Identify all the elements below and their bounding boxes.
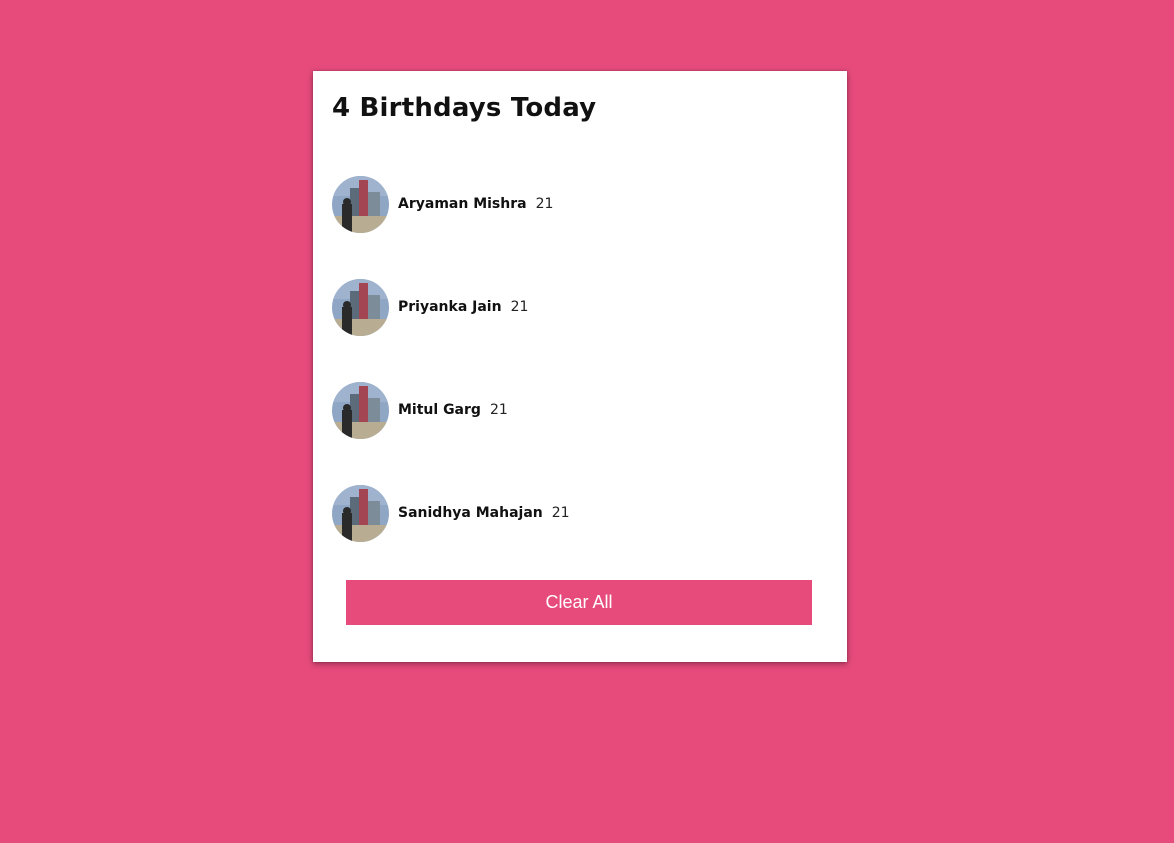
list-item: Sanidhya Mahajan 21 <box>332 484 570 542</box>
avatar <box>332 484 389 542</box>
person-age: 21 <box>551 505 570 521</box>
person-age: 21 <box>510 299 529 315</box>
page-title: 4 Birthdays Today <box>332 93 597 123</box>
avatar <box>332 381 389 439</box>
birthday-card: 4 Birthdays Today Aryaman Mishra 21 Priy… <box>313 71 847 662</box>
person-name: Mitul Garg <box>398 402 481 418</box>
person-age: 21 <box>535 196 554 212</box>
person-name: Sanidhya Mahajan <box>398 505 543 521</box>
list-item: Mitul Garg 21 <box>332 381 508 439</box>
avatar <box>332 175 389 233</box>
avatar <box>332 278 389 336</box>
list-item: Aryaman Mishra 21 <box>332 175 553 233</box>
person-name: Aryaman Mishra <box>398 196 527 212</box>
clear-all-button[interactable]: Clear All <box>346 580 812 625</box>
person-age: 21 <box>489 402 508 418</box>
person-name: Priyanka Jain <box>398 299 502 315</box>
list-item: Priyanka Jain 21 <box>332 278 528 336</box>
